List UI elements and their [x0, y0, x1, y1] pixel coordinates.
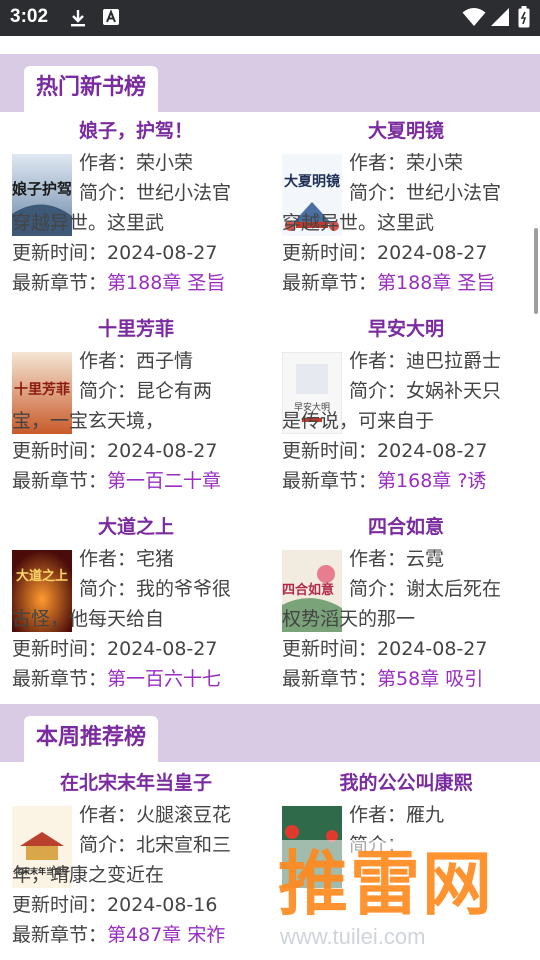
svg-text:四合如意: 四合如意: [282, 582, 334, 598]
intro-continued: 权势滔天的那一: [282, 608, 416, 630]
latest-chapter[interactable]: 最新章节：第168章 ?诱: [282, 466, 534, 496]
book-meta: 作者：云霓 简介：谢太后死在: [349, 548, 502, 600]
update-time: 更新时间：2024-08-27: [12, 638, 218, 660]
author: 火腿滚豆花: [136, 804, 232, 826]
book-meta: 作者：荣小荣 简介：世纪小法官: [79, 152, 232, 204]
update-time: 更新时间：2024-08-16: [12, 894, 218, 916]
book-title[interactable]: 我的公公叫康熙: [282, 770, 530, 796]
scrollbar[interactable]: [534, 228, 538, 314]
book-title[interactable]: 在北宋末年当皇子: [12, 770, 260, 796]
status-bar: 3:02: [0, 0, 540, 36]
intro: 世纪小法官: [406, 182, 502, 204]
book-title[interactable]: 大道之上: [12, 514, 260, 540]
intro-continued: 宝，一宝玄天境，: [12, 410, 165, 432]
update-time: 更新时间：2024-08-27: [282, 638, 488, 660]
intro: 我的爷爷很: [136, 578, 232, 600]
author: 西子情: [136, 350, 194, 372]
book-title[interactable]: 早安大明: [282, 316, 530, 342]
update-time: 更新时间：2024-08-27: [12, 242, 218, 264]
author: 宅猪: [136, 548, 175, 570]
intro: 女娲补天只: [406, 380, 502, 402]
author: 迪巴拉爵士: [406, 350, 502, 372]
watermark-logo: 推雷网 www.tuilei.com: [270, 840, 540, 960]
section-tab[interactable]: 热门新书榜: [24, 66, 159, 112]
latest-chapter[interactable]: 最新章节：第一百二十章: [12, 466, 264, 496]
intro: 世纪小法官: [136, 182, 232, 204]
signal-icon: [490, 7, 510, 31]
intro: 北宋宣和三: [136, 834, 232, 856]
book-title[interactable]: 十里芳菲: [12, 316, 260, 342]
intro-continued: 穿越异世。这里武: [282, 212, 435, 234]
top-spacer: [0, 36, 540, 54]
book-card[interactable]: 娘子，护驾！ 娘子护驾 作者：荣小荣 简介：世纪小法官 穿越异世。这里武 更新时…: [12, 118, 274, 308]
section-tab[interactable]: 本周推荐榜: [24, 716, 159, 762]
book-card[interactable]: 四合如意 四合如意 作者：云霓 简介：谢太后死在 权势滔天的那一 更新时间：20…: [282, 514, 540, 704]
wifi-icon: [462, 7, 486, 31]
svg-text:大道之上: 大道之上: [16, 568, 68, 584]
book-meta: 作者：荣小荣 简介：世纪小法官: [349, 152, 502, 204]
author: 云霓: [406, 548, 445, 570]
latest-chapter[interactable]: 最新章节：第188章 圣旨: [282, 268, 534, 298]
latest-chapter[interactable]: 最新章节：第188章 圣旨: [12, 268, 264, 298]
intro-continued: 穿越异世。这里武: [12, 212, 165, 234]
book-card[interactable]: 早安大明 早安大明 作者：迪巴拉爵士 简介：女娲补天只 是传说，可来自于 更新时…: [282, 316, 540, 506]
latest-chapter[interactable]: 最新章节：第一百六十七: [12, 664, 264, 694]
update-time: 更新时间：2024-08-27: [282, 440, 488, 462]
intro-continued: 是传说，可来自于: [282, 410, 435, 432]
book-meta: 作者：宅猪 简介：我的爷爷很: [79, 548, 232, 600]
latest-chapter[interactable]: 最新章节：第487章 宋祚: [12, 920, 264, 950]
update-time: 更新时间：2024-08-27: [12, 440, 218, 462]
intro: 昆仑有两: [136, 380, 213, 402]
svg-text:娘子护驾: 娘子护驾: [12, 180, 72, 198]
battery-icon: [518, 6, 530, 32]
intro: 谢太后死在: [406, 578, 502, 600]
book-card[interactable]: 大道之上 大道之上 作者：宅猪 简介：我的爷爷很 古怪，他每天给自 更新时间：2…: [12, 514, 274, 704]
download-icon: [68, 8, 88, 32]
watermark-url: www.tuilei.com: [280, 924, 426, 949]
svg-text:大夏明镜: 大夏明镜: [284, 173, 340, 190]
intro-continued: 年，靖康之变近在: [12, 864, 165, 886]
book-meta: 作者：迪巴拉爵士 简介：女娲补天只: [349, 350, 502, 402]
watermark-brand: 推雷网: [278, 843, 494, 925]
section-header-hot-new: 热门新书榜: [0, 54, 540, 112]
book-title[interactable]: 四合如意: [282, 514, 530, 540]
svg-text:十里芳菲: 十里芳菲: [14, 381, 70, 398]
book-card[interactable]: 大夏明镜 大夏明镜 作者：荣小荣 简介：世纪小法官 穿越异世。这里武 更新时间：…: [282, 118, 540, 308]
book-title[interactable]: 大夏明镜: [282, 118, 530, 144]
author: 荣小荣: [136, 152, 194, 174]
latest-chapter[interactable]: 最新章节：第58章 吸引: [282, 664, 534, 694]
intro-continued: 古怪，他每天给自: [12, 608, 165, 630]
author: 雁九: [406, 804, 445, 826]
book-title[interactable]: 娘子，护驾！: [12, 118, 260, 144]
author: 荣小荣: [406, 152, 464, 174]
section-header-weekly: 本周推荐榜: [0, 704, 540, 762]
book-meta: 作者：火腿滚豆花 简介：北宋宣和三: [79, 804, 232, 856]
font-app-icon: [102, 8, 120, 30]
book-meta: 作者：西子情 简介：昆仑有两: [79, 350, 213, 402]
status-time: 3:02: [10, 6, 49, 27]
book-card[interactable]: 十里芳菲 十里芳菲 作者：西子情 简介：昆仑有两 宝，一宝玄天境， 更新时间：2…: [12, 316, 274, 506]
update-time: 更新时间：2024-08-27: [282, 242, 488, 264]
book-card[interactable]: 在北宋末年当皇子 北宋末年当皇子 作者：火腿滚豆花 简介：北宋宣和三 年，靖康之…: [12, 770, 274, 960]
